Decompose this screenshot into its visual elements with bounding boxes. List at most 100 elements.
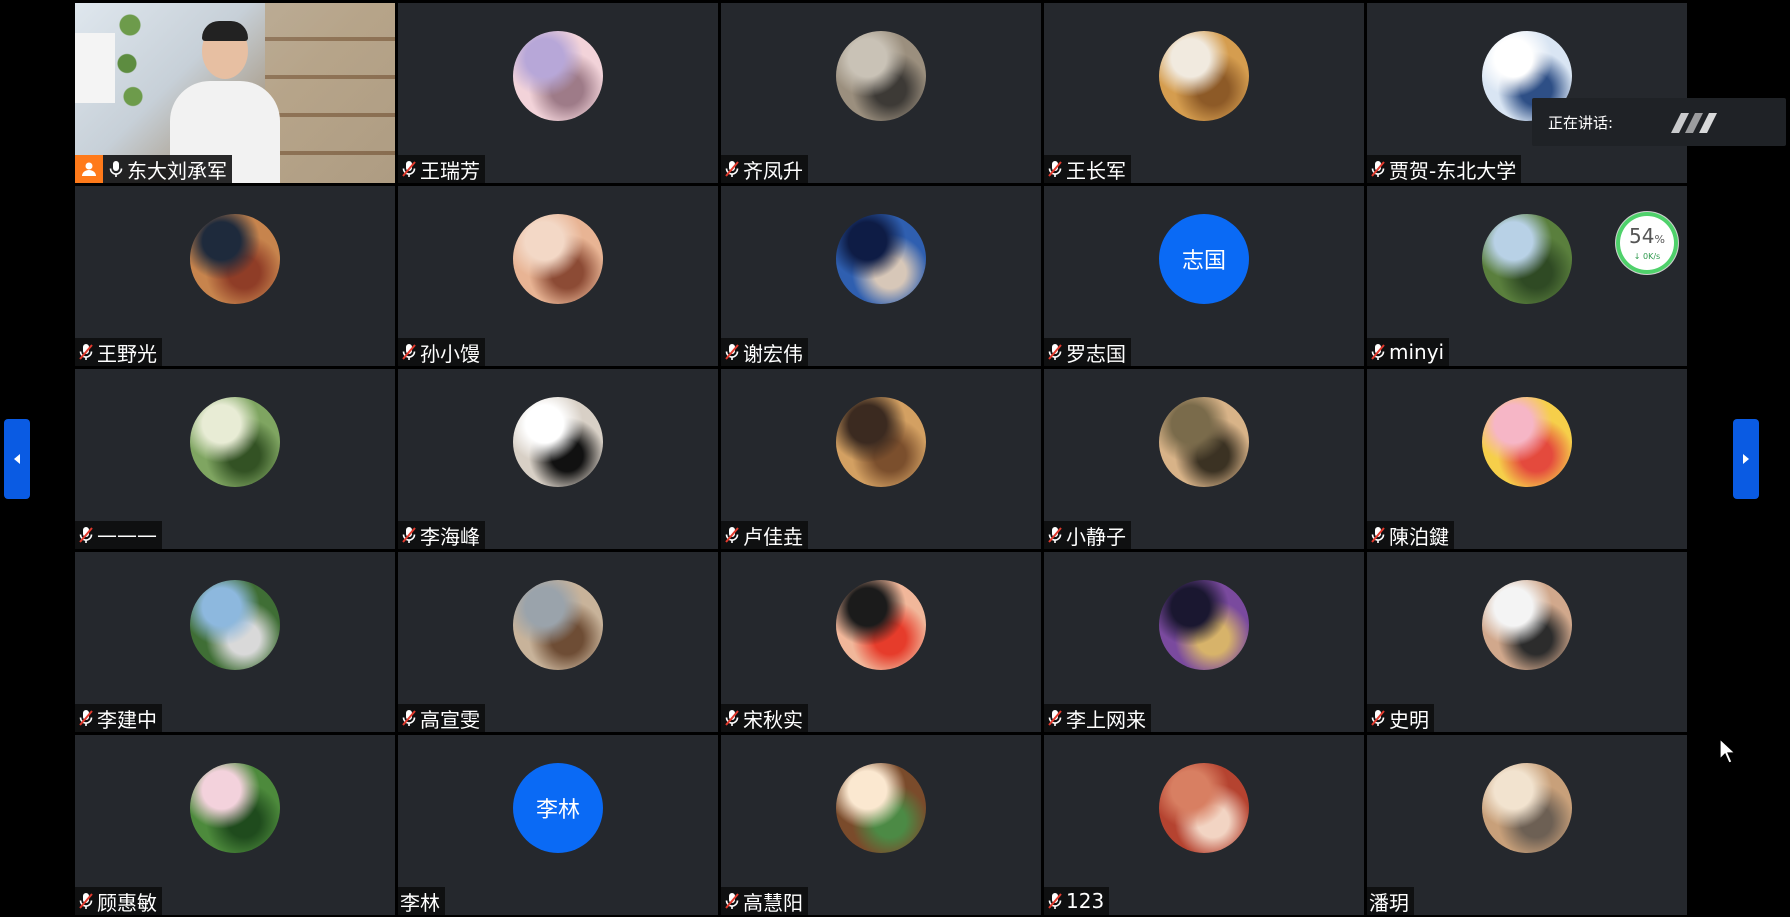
speaker-wave-icon [1671,113,1718,133]
name-bar: minyi [1367,338,1450,366]
mic-muted-icon [725,527,739,543]
network-speed-widget[interactable]: 54% ↓ 0K/s [1616,212,1678,274]
name-bar: ——— [75,521,162,549]
participant-tile[interactable]: 陳泊鍵 [1367,369,1687,549]
participant-tile[interactable]: 123 [1044,735,1364,915]
name-bar: 陳泊鍵 [1367,521,1454,549]
chevron-left-icon [14,454,20,464]
mic-muted-icon [1048,527,1062,543]
participant-tile[interactable]: 高宣雯 [398,552,718,732]
avatar [1159,397,1249,487]
mic-muted-icon [1048,710,1062,726]
avatar [836,763,926,853]
mic-muted-icon [725,893,739,909]
name-bar: 卢佳垚 [721,521,808,549]
participant-name: ——— [97,523,157,547]
avatar [1482,763,1572,853]
speaking-label: 正在讲话: [1548,113,1614,132]
participant-name: 潘玥 [1369,890,1409,915]
avatar [190,214,280,304]
participant-tile[interactable]: 李海峰 [398,369,718,549]
participant-name: 卢佳垚 [743,524,803,549]
name-bar: 123 [1044,887,1110,915]
name-bar: 王长军 [1044,155,1131,183]
participant-tile[interactable]: 史明 [1367,552,1687,732]
network-percent: 54 [1629,223,1655,248]
avatar [513,31,603,121]
participant-tile[interactable]: 王野光 [75,186,395,366]
participant-tile[interactable]: 李林 李林 [398,735,718,915]
participant-name: 高宣雯 [420,707,480,732]
name-bar: 小静子 [1044,521,1131,549]
avatar-initials: 李林 [513,763,603,853]
participant-tile[interactable]: 潘玥 [1367,735,1687,915]
mouse-cursor-icon [1719,738,1737,764]
avatar-initials: 志国 [1159,214,1249,304]
avatar [513,397,603,487]
name-bar: 高宣雯 [398,704,485,732]
mic-muted-icon [402,710,416,726]
participant-tile[interactable]: 王长军 [1044,3,1364,183]
participant-name: 123 [1066,889,1105,913]
mic-muted-icon [725,710,739,726]
mic-muted-icon [1371,344,1385,360]
mic-muted-icon [79,893,93,909]
name-bar: 李海峰 [398,521,485,549]
participant-name: minyi [1389,340,1445,364]
participant-name: 李建中 [97,707,157,732]
avatar [1482,580,1572,670]
mic-muted-icon [79,344,93,360]
mic-muted-icon [1048,344,1062,360]
avatar [836,31,926,121]
participant-tile[interactable]: 宋秋实 [721,552,1041,732]
participant-name: 高慧阳 [743,890,803,915]
next-page-button[interactable] [1733,419,1759,499]
participant-tile[interactable]: 顾惠敏 [75,735,395,915]
participant-tile[interactable]: 李上网来 [1044,552,1364,732]
mic-muted-icon [1048,161,1062,177]
participant-name: 罗志国 [1066,341,1126,366]
avatar [836,397,926,487]
participant-name: 李上网来 [1066,707,1146,732]
avatar [1159,580,1249,670]
participant-tile[interactable]: 孙小馒 [398,186,718,366]
mic-muted-icon [79,710,93,726]
name-bar: 罗志国 [1044,338,1131,366]
mic-muted-icon [725,161,739,177]
participant-tile[interactable]: 东大刘承军 [75,3,395,183]
participant-tile[interactable]: 小静子 [1044,369,1364,549]
participant-tile[interactable]: 齐凤升 [721,3,1041,183]
participant-tile[interactable]: 贾贺-东北大学 [1367,3,1687,183]
participant-tile[interactable]: 李建中 [75,552,395,732]
participant-tile[interactable]: 志国 罗志国 [1044,186,1364,366]
participant-name: 王瑞芳 [420,158,480,183]
person-icon [82,162,96,176]
avatar [836,214,926,304]
name-bar: 李上网来 [1044,704,1151,732]
avatar [836,580,926,670]
speaking-indicator: 正在讲话: [1532,98,1786,146]
participant-tile[interactable]: ——— [75,369,395,549]
avatar [513,580,603,670]
mic-muted-icon [79,527,93,543]
participant-tile[interactable]: 王瑞芳 [398,3,718,183]
mic-muted-icon [402,527,416,543]
participant-tile[interactable]: 高慧阳 [721,735,1041,915]
name-bar: 贾贺-东北大学 [1367,155,1522,183]
participant-name: 谢宏伟 [743,341,803,366]
mic-muted-icon [1371,527,1385,543]
name-bar: 顾惠敏 [75,887,162,915]
participant-name: 宋秋实 [743,707,803,732]
host-badge [75,155,103,183]
prev-page-button[interactable] [4,419,30,499]
name-bar: 李建中 [75,704,162,732]
mic-muted-icon [725,344,739,360]
avatar [190,763,280,853]
network-speed: 0K/s [1643,251,1661,261]
name-bar: 史明 [1367,704,1434,732]
participant-tile[interactable]: 谢宏伟 [721,186,1041,366]
name-bar: 谢宏伟 [721,338,808,366]
avatar [1159,31,1249,121]
participant-tile[interactable]: 卢佳垚 [721,369,1041,549]
participant-name: 李海峰 [420,524,480,549]
